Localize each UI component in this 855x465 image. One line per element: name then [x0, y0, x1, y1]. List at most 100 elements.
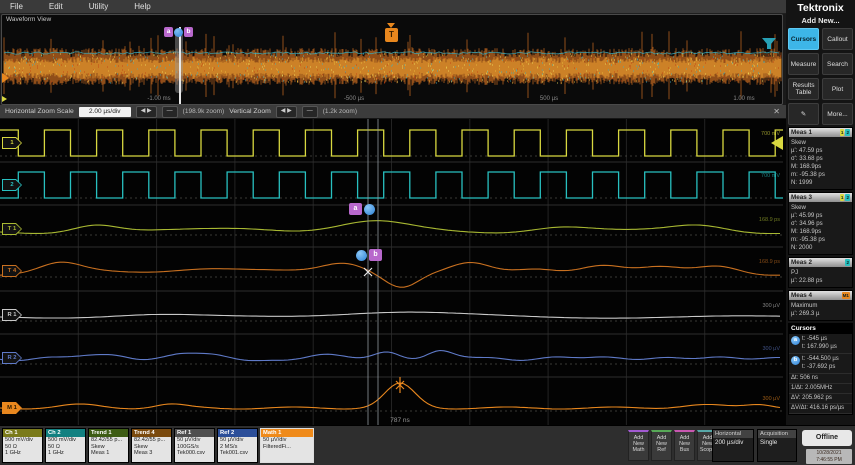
channel-card-trend4[interactable]: Trend 4 82.42/55 p... Skew Meas 3 — [131, 428, 172, 463]
cursor-value-line: t: -37.692 ps — [802, 363, 836, 370]
cursor-b-marker[interactable]: b — [184, 27, 193, 37]
meas-panel-body: PJ µ': 22.88 ps — [789, 267, 852, 287]
plot-button[interactable]: Plot — [822, 78, 853, 100]
channel-badge-label: T 4 — [3, 266, 21, 276]
cursor-a-badge[interactable]: a — [349, 203, 362, 215]
channel-card-ref1[interactable]: Ref 1 50 µV/div 100GS/s Tek000.csv — [174, 428, 215, 463]
cursor-a-marker[interactable]: a — [164, 27, 173, 37]
cursor-link-handle[interactable] — [174, 28, 183, 37]
meas-panel-body: Skew µ': 47.59 ps σ': 33.68 ps M: 168.9ps m:… — [789, 137, 852, 189]
channel-badge-2[interactable]: 2 — [2, 179, 22, 191]
channel-card-math1[interactable]: Math 1 50 µV/div FilteredFi... — [260, 428, 314, 463]
results-table-button[interactable]: Results Table — [788, 78, 819, 100]
meas-value-line: µ': 45.99 ps — [791, 212, 823, 219]
channel-badge-1[interactable]: 1 — [2, 137, 22, 149]
channel-card-setting: Skew — [91, 443, 105, 450]
source-badge: 2 — [845, 194, 850, 201]
callout-button[interactable]: Callout — [822, 28, 853, 50]
meas-panel-meas2[interactable]: Meas 2 2 PJ µ': 22.88 ps — [788, 257, 853, 288]
channel-badge-r1[interactable]: R 1 — [2, 309, 22, 321]
channel-card-setting: Tek001.csv — [220, 450, 248, 457]
filter-funnel-icon[interactable] — [760, 37, 780, 51]
search-button[interactable]: Search — [822, 53, 853, 75]
menu-help[interactable]: Help — [134, 2, 150, 11]
channel-card-setting: Skew — [134, 443, 148, 450]
channel-card-setting: 50 Ω — [5, 443, 17, 450]
add-new-math-button[interactable]: Add New Math — [628, 430, 649, 461]
overview-title: Waveform View — [6, 16, 52, 23]
svg-text:168.9 ps: 168.9 ps — [759, 217, 780, 223]
add-new-bus-button[interactable]: Add New Bus — [674, 430, 695, 461]
oscilloscope-app: File Edit Utility Help Waveform View a b T … — [0, 0, 855, 465]
overview-time-label: -1.00 ms — [147, 96, 171, 102]
h-zoom-arrows-button[interactable]: ◀ ▶ — [135, 105, 157, 118]
source-badge: 1 — [839, 194, 845, 201]
menu-bar: File Edit Utility Help — [0, 0, 786, 14]
horizontal-settings-panel[interactable]: Horizontal 200 µs/div — [712, 429, 754, 462]
channel-badge-label: 1 — [3, 138, 21, 148]
cursor-a-handle[interactable] — [364, 204, 375, 215]
menu-utility[interactable]: Utility — [89, 2, 109, 11]
meas-panel-meas4[interactable]: Meas 4 M1 Maximum µ': 269.3 µ — [788, 290, 853, 321]
add-new-ref-button[interactable]: Add New Ref — [651, 430, 672, 461]
channel-card-setting: Meas 1 — [91, 450, 110, 457]
waveform-overview-panel[interactable]: Waveform View a b T -1.00 ms -500 µs 500 µ… — [1, 14, 783, 105]
svg-text:168.9 ps: 168.9 ps — [759, 259, 780, 265]
svg-text:787 ns: 787 ns — [390, 417, 410, 424]
meas-panel-header[interactable]: Meas 1 12 — [789, 128, 852, 137]
meas-panel-name: Meas 1 — [791, 129, 813, 136]
cursor-readout-row: a t: -545 µs t: 167.990 µs — [789, 334, 852, 354]
meas-panel-meas1[interactable]: Meas 1 1 2 Skew µ': 47.59 ps σ': 33.68 ps M: 1… — [788, 127, 853, 190]
channel-badge-t1[interactable]: T 1 — [2, 223, 22, 235]
v-zoom-factor: (1.2k zoom) — [322, 108, 358, 115]
draw-annotation-button[interactable]: ✎ — [788, 103, 819, 125]
meas-value-line: µ': 47.59 ps — [791, 147, 823, 154]
v-zoom-arrows-button[interactable]: ◀ ▶ — [275, 105, 297, 118]
meas-value-line: Skew — [791, 204, 806, 211]
cursor-stat-line: ΔV: 205.962 ps — [789, 394, 852, 404]
channel-card-setting: 1 GHz — [48, 450, 64, 457]
meas-panel-name: Meas 4 — [791, 292, 813, 299]
menu-edit[interactable]: Edit — [49, 2, 63, 11]
meas-value-line: M: 168.9ps — [791, 163, 822, 170]
cursor-b-badge[interactable]: b — [369, 249, 382, 261]
acquisition-settings-panel[interactable]: Acquisition Single — [757, 429, 797, 462]
zoom-close-icon[interactable]: ✕ — [773, 107, 780, 116]
channel-card-title: Ch 2 — [46, 429, 85, 437]
channel-card-title: Ch 1 — [3, 429, 42, 437]
channel-card-ch1[interactable]: Ch 1 500 mV/div 50 Ω1 GHz — [2, 428, 43, 463]
channel-card-setting: 50 µV/div — [263, 437, 287, 443]
cursor-readout-row: b t: -544.500 µs t: -37.692 ps — [789, 354, 852, 374]
channel-badge-label: R 1 — [3, 310, 21, 320]
v-zoom-reset-button[interactable]: — — [301, 105, 318, 118]
cursors-button[interactable]: Cursors — [788, 28, 819, 50]
channel-badge-t4[interactable]: T 4 — [2, 265, 22, 277]
cursor-value-line: t: -544.500 µs — [802, 356, 839, 362]
meas-panel-header[interactable]: Meas 3 12 — [789, 193, 852, 202]
main-waveform-area[interactable]: 700 mV 700 mV 168.9 ps 168.9 ps 300 µV 300 µV… — [0, 119, 786, 425]
overview-cursor-line[interactable] — [179, 27, 181, 104]
cursor-b-icon: b — [791, 356, 800, 365]
meas-panel-meas3[interactable]: Meas 3 1 2 Skew µ': 45.99 ps σ': 34.96 ps M: 1… — [788, 192, 853, 255]
channel-card-ch2[interactable]: Ch 2 500 mV/div 50 Ω1 GHz — [45, 428, 86, 463]
horizontal-zoom-scale-input[interactable]: 2.00 µs/div — [78, 106, 131, 117]
channel-card-setting: 50 µV/div — [177, 437, 201, 443]
meas-panel-header[interactable]: Meas 4 M1 — [789, 291, 852, 300]
cursor-b-handle[interactable] — [356, 250, 367, 261]
channel-card-ref2[interactable]: Ref 2 50 µV/div 2 MS/s Tek001.csv — [217, 428, 258, 463]
menu-file[interactable]: File — [10, 2, 23, 11]
zoom-toolbar: Horizontal Zoom Scale 2.00 µs/div ◀ ▶ — … — [0, 105, 786, 119]
cursors-readout-panel[interactable]: Cursors a t: -545 µs t: 167.990 µs b t: -544… — [788, 323, 853, 415]
trigger-position-icon[interactable]: T — [385, 23, 398, 42]
meas-panel-name: Meas 2 — [791, 259, 813, 266]
channel-badge-r2[interactable]: R 2 — [2, 352, 22, 364]
meas-panel-header[interactable]: Meas 2 2 — [789, 258, 852, 267]
measure-button[interactable]: Measure — [788, 53, 819, 75]
channel-badge-m1[interactable]: M 1 — [2, 402, 22, 414]
more----button[interactable]: More... — [822, 103, 853, 125]
add-new-label: Add New... — [801, 16, 840, 25]
h-zoom-reset-button[interactable]: — — [161, 105, 178, 118]
meas-panel-body: Skew µ': 45.99 ps σ': 34.96 ps M: 168.9ps m:… — [789, 202, 852, 254]
channel-card-trend1[interactable]: Trend 1 82.42/55 p... Skew Meas 1 — [88, 428, 129, 463]
offline-button[interactable]: Offline — [802, 430, 852, 446]
